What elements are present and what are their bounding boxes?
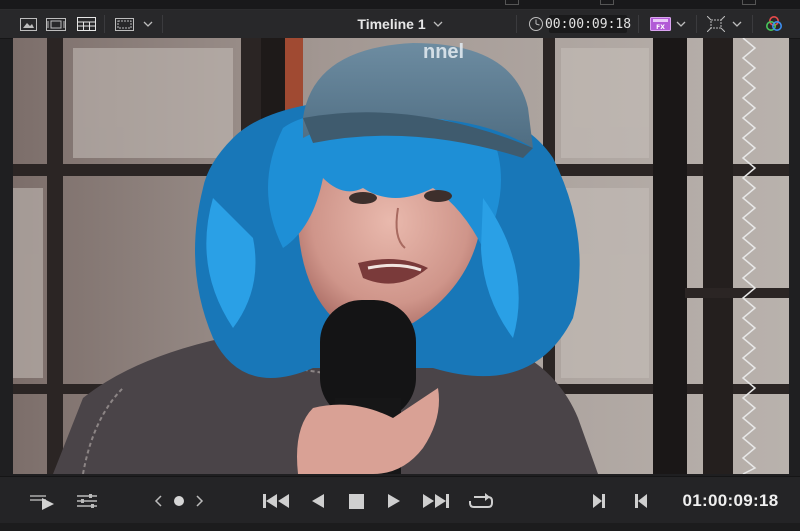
- video-frame: nnel: [13, 38, 789, 474]
- separator: [696, 15, 697, 33]
- viewer-header-toolbar: Timeline 1 00:00:09:18 FX: [0, 10, 800, 39]
- loop-icon[interactable]: [464, 477, 498, 525]
- grid-view-icon[interactable]: [74, 10, 98, 38]
- separator: [104, 15, 105, 33]
- timeline-name: Timeline 1: [357, 16, 426, 32]
- next-icon[interactable]: [192, 477, 208, 525]
- sliders-icon[interactable]: [72, 477, 102, 525]
- source-timecode[interactable]: 00:00:09:18: [545, 15, 631, 33]
- playhead-timecode[interactable]: 01:00:09:18: [668, 477, 793, 525]
- chevron-down-icon: [433, 21, 443, 27]
- mark-out-icon[interactable]: [628, 477, 654, 525]
- svg-text:FX: FX: [656, 24, 665, 31]
- skip-to-end-icon[interactable]: [418, 477, 454, 525]
- separator: [162, 15, 163, 33]
- play-icon[interactable]: [380, 477, 408, 525]
- chevron-down-icon[interactable]: [140, 10, 156, 38]
- filmstrip-view-icon[interactable]: [44, 10, 68, 38]
- separator: [638, 15, 639, 33]
- cap-text: nnel: [423, 41, 464, 63]
- clip-view-play-icon[interactable]: [26, 477, 58, 525]
- clock-icon[interactable]: [526, 10, 546, 38]
- top-edge-remnant: [600, 0, 614, 5]
- top-edge-strip: [0, 0, 800, 10]
- transform-icon[interactable]: [704, 10, 728, 38]
- fx-icon[interactable]: FX: [648, 10, 672, 38]
- monitor-frame-icon[interactable]: [112, 10, 136, 38]
- transport-bar: 01:00:09:18: [0, 476, 800, 531]
- prev-icon[interactable]: [150, 477, 166, 525]
- chevron-down-icon[interactable]: [730, 10, 744, 38]
- skip-to-start-icon[interactable]: [258, 477, 294, 525]
- top-edge-remnant: [505, 0, 519, 5]
- mark-in-icon[interactable]: [586, 477, 612, 525]
- stop-icon[interactable]: [342, 477, 370, 525]
- image-view-icon[interactable]: [17, 10, 39, 38]
- dot-icon[interactable]: [170, 477, 188, 525]
- separator: [752, 15, 753, 33]
- chevron-down-icon[interactable]: [674, 10, 688, 38]
- separator: [516, 15, 517, 33]
- timeline-selector[interactable]: Timeline 1: [340, 10, 460, 38]
- play-reverse-icon[interactable]: [304, 477, 332, 525]
- top-edge-remnant: [742, 0, 756, 5]
- video-viewer[interactable]: nnel: [13, 38, 789, 474]
- color-wheel-icon[interactable]: [762, 10, 786, 38]
